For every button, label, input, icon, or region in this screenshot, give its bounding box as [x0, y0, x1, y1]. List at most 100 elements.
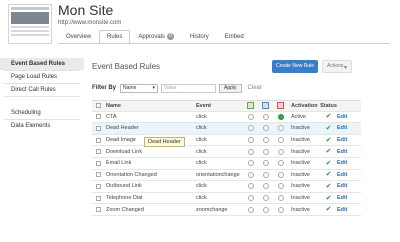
sidebar-item-data-elements[interactable]: Data Elements: [0, 120, 84, 132]
tool-toggle[interactable]: [262, 206, 269, 213]
tool-toggle[interactable]: [277, 171, 284, 178]
edit-link[interactable]: Edit: [337, 160, 351, 166]
table-row[interactable]: Download Link click Inactive ✔ Edit: [92, 146, 361, 158]
rule-event: click: [196, 160, 207, 167]
rule-activation: Inactive: [291, 137, 310, 144]
row-checkbox[interactable]: [95, 183, 101, 189]
edit-link[interactable]: Edit: [337, 114, 351, 120]
rule-activation: Active: [291, 113, 306, 120]
check-icon: ✔: [325, 194, 332, 202]
tool-toggle[interactable]: [277, 160, 284, 167]
rule-name: Dead Header: [106, 125, 139, 132]
row-checkbox[interactable]: [95, 114, 101, 120]
table-header: Name Event Activation Status: [92, 100, 361, 112]
select-all-checkbox[interactable]: [95, 103, 101, 109]
check-icon: ✔: [325, 136, 332, 144]
edit-link[interactable]: Edit: [337, 195, 351, 201]
table-row[interactable]: Outbound Link click Inactive ✔ Edit: [92, 181, 361, 193]
table-row[interactable]: Telephone Dial click Inactive ✔ Edit: [92, 193, 361, 205]
tool-toggle[interactable]: [262, 137, 269, 144]
tool-blue-icon: [262, 102, 269, 110]
edit-link[interactable]: Edit: [337, 125, 351, 131]
check-icon: ✔: [325, 113, 332, 121]
create-new-rule-button[interactable]: Create New Rule: [272, 60, 318, 73]
tool-toggle[interactable]: [262, 125, 269, 132]
sidebar: Event Based Rules Page Load Rules Direct…: [0, 58, 84, 132]
column-header-event[interactable]: Event: [196, 103, 243, 109]
rule-name: Download Link: [106, 148, 143, 155]
tool-toggle[interactable]: [247, 125, 254, 132]
tool-toggle[interactable]: [262, 113, 269, 120]
section-title: Event Based Rules: [92, 62, 161, 71]
tool-toggle[interactable]: [262, 160, 269, 167]
tab-embed[interactable]: Embed: [217, 30, 252, 44]
tool-toggle[interactable]: [277, 206, 284, 213]
row-checkbox[interactable]: [95, 160, 101, 166]
actions-dropdown[interactable]: Actions ▼: [322, 60, 352, 73]
column-header-activation: Activation: [291, 102, 318, 109]
table-row[interactable]: Dead Header click Inactive ✔ Edit: [92, 123, 361, 135]
table-row[interactable]: Zoom Changed zoomchange Inactive ✔ Edit: [92, 204, 361, 216]
rule-event: orientationchange: [196, 171, 240, 178]
row-checkbox[interactable]: [95, 137, 101, 143]
tool-toggle[interactable]: [277, 183, 284, 190]
rule-event: click: [196, 183, 207, 190]
table-row[interactable]: Email Link click Inactive ✔ Edit: [92, 158, 361, 170]
tool-toggle[interactable]: [277, 195, 284, 202]
filter-field-select[interactable]: Name ▾: [120, 83, 159, 93]
sidebar-item-scheduling[interactable]: Scheduling: [0, 107, 84, 119]
table-row[interactable]: Dead Image click Inactive ✔ Edit: [92, 135, 361, 147]
tool-toggle[interactable]: [247, 113, 254, 120]
edit-link[interactable]: Edit: [337, 207, 351, 213]
sidebar-item-page-load-rules[interactable]: Page Load Rules: [0, 71, 84, 83]
table-row[interactable]: CTA click Active ✔ Edit: [92, 112, 361, 124]
rule-name: CTA: [106, 113, 117, 120]
sidebar-item-direct-call-rules[interactable]: Direct Call Rules: [0, 84, 84, 96]
row-checkbox[interactable]: [95, 195, 101, 201]
tool-toggle[interactable]: [247, 195, 254, 202]
tab-history[interactable]: History: [182, 30, 217, 44]
site-url[interactable]: http://www.monsite.com: [58, 20, 121, 26]
check-icon: ✔: [325, 182, 332, 190]
rule-event: click: [196, 113, 207, 120]
row-checkbox[interactable]: [95, 207, 101, 213]
tool-red-icon: [277, 102, 284, 110]
tool-toggle[interactable]: [247, 160, 254, 167]
rule-activation: Inactive: [291, 160, 310, 167]
tool-toggle[interactable]: [277, 125, 284, 132]
tool-toggle[interactable]: [262, 148, 269, 155]
tool-toggle[interactable]: [247, 148, 254, 155]
tool-toggle[interactable]: [262, 171, 269, 178]
edit-link[interactable]: Edit: [337, 172, 351, 178]
row-checkbox[interactable]: [95, 125, 101, 131]
tool-toggle[interactable]: [262, 195, 269, 202]
rules-table: Name Event Activation Status CTA click A…: [92, 100, 361, 216]
filter-value-input[interactable]: Value: [161, 83, 217, 93]
rule-event: zoomchange: [196, 206, 228, 213]
site-thumbnail: [8, 4, 52, 44]
edit-link[interactable]: Edit: [337, 183, 351, 189]
tool-toggle[interactable]: [247, 171, 254, 178]
tool-toggle[interactable]: [277, 148, 284, 155]
tab-overview[interactable]: Overview: [58, 30, 99, 44]
apply-button[interactable]: Apply: [219, 83, 242, 93]
tool-toggle[interactable]: [277, 137, 284, 144]
tool-toggle[interactable]: [262, 183, 269, 190]
table-row[interactable]: Orientation Changed orientationchange In…: [92, 170, 361, 182]
column-header-name[interactable]: Name: [104, 103, 196, 109]
sidebar-item-event-based-rules[interactable]: Event Based Rules: [0, 58, 84, 70]
rule-event: click: [196, 137, 207, 144]
tool-toggle[interactable]: [247, 137, 254, 144]
tab-approvals[interactable]: Approvals 0: [130, 30, 182, 44]
edit-link[interactable]: Edit: [337, 137, 351, 143]
tool-toggle[interactable]: [247, 183, 254, 190]
column-header-status: Status: [320, 102, 337, 109]
row-checkbox[interactable]: [95, 172, 101, 178]
edit-link[interactable]: Edit: [337, 149, 351, 155]
filter-bar: Filter By Name ▾ Value Apply Clear: [92, 83, 262, 93]
tool-toggle[interactable]: [247, 206, 254, 213]
clear-link[interactable]: Clear: [248, 85, 262, 91]
tab-rules[interactable]: Rules: [99, 30, 131, 44]
tool-toggle[interactable]: [277, 113, 284, 120]
row-checkbox[interactable]: [95, 149, 101, 155]
